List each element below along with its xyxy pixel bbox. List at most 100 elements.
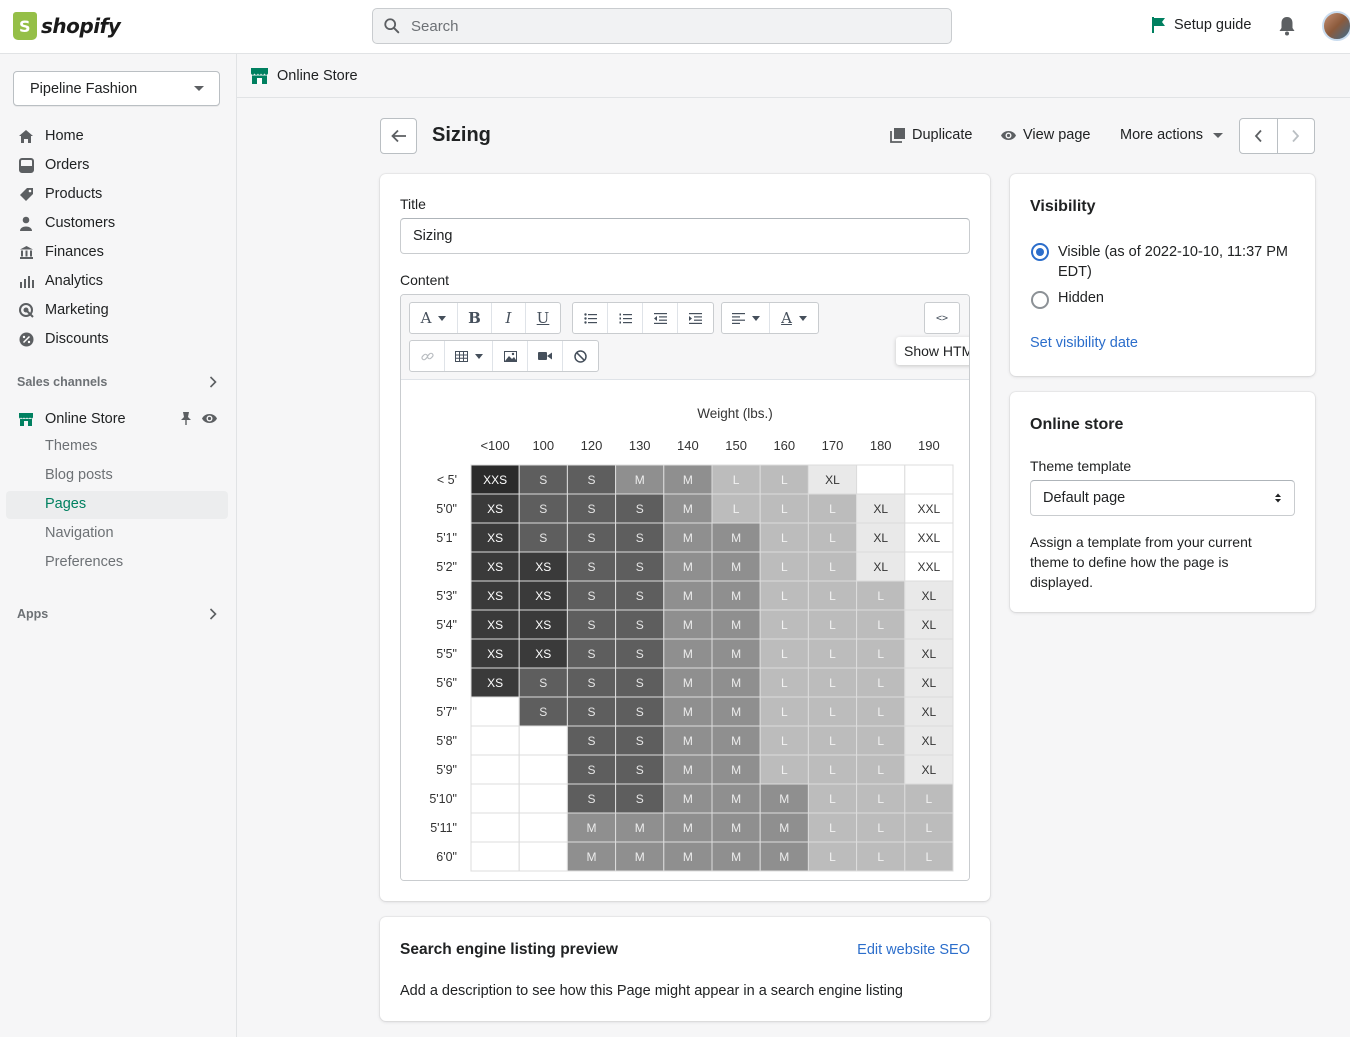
content-label: Content [400,272,450,288]
size-cell-label: M [683,734,693,748]
size-cell-label: XXS [483,473,507,487]
align-dropdown[interactable] [722,303,770,333]
outdent-button[interactable] [643,303,678,333]
size-cell-label: XS [535,647,551,661]
nav-marketing[interactable]: Marketing [17,298,109,322]
size-cell-label: M [731,850,741,864]
nav-discounts[interactable]: Discounts [17,327,109,351]
numbered-list-icon [619,313,632,323]
indent-button[interactable] [678,303,713,333]
size-cell-label: S [587,734,595,748]
size-cell-label: L [733,473,740,487]
view-page-label: View page [1023,127,1091,143]
font-style-dropdown[interactable]: A [410,303,458,333]
back-button[interactable] [380,118,417,154]
nav-products[interactable]: Products [17,182,102,206]
size-cell-label: XS [487,531,503,545]
html-toggle-group: <> [924,302,960,334]
search-placeholder: Search [411,17,459,35]
italic-button[interactable]: I [492,303,526,333]
insert-video-button[interactable] [528,341,563,371]
nav-home[interactable]: Home [17,124,84,148]
text-color-dropdown[interactable]: A [770,303,818,333]
size-cell-label: S [539,473,547,487]
bold-button[interactable]: B [458,303,492,333]
size-cell-label: M [683,821,693,835]
sub-nav-preferences[interactable]: Preferences [45,554,123,570]
image-icon [503,350,517,362]
next-button[interactable] [1278,119,1315,153]
row-header: 5'9" [436,763,457,777]
title-field[interactable]: Sizing [400,218,970,254]
numbered-list-button[interactable] [608,303,643,333]
clear-formatting-button[interactable] [563,341,598,371]
row-header: 5'10" [429,792,457,806]
store-selector[interactable]: Pipeline Fashion [13,71,220,106]
view-page-button[interactable]: View page [1000,127,1090,143]
breadcrumb-online-store[interactable]: Online Store [277,68,358,84]
size-cell-label: L [781,531,788,545]
apps-header[interactable]: Apps [17,607,217,621]
sales-channels-header[interactable]: Sales channels [17,375,217,389]
theme-template-select[interactable]: Default page [1030,480,1295,516]
show-html-button[interactable]: <> [925,303,959,333]
arrow-left-icon [390,129,406,143]
search-input[interactable]: Search [372,8,952,44]
setup-guide-button[interactable]: Setup guide [1151,16,1251,34]
sub-nav-themes[interactable]: Themes [45,438,97,454]
duplicate-button[interactable]: Duplicate [890,127,972,143]
search-icon [384,18,400,34]
eye-icon[interactable] [201,412,218,428]
size-cell-label: XL [873,502,888,516]
pin-icon[interactable] [180,411,192,429]
row-header: 5'1" [436,531,457,545]
insert-link-button[interactable] [410,341,445,371]
insert-group [409,340,599,372]
nav-customers[interactable]: Customers [17,211,115,235]
hidden-radio[interactable] [1031,291,1049,309]
sub-nav-navigation[interactable]: Navigation [45,525,114,541]
size-cell-label: S [636,705,644,719]
nav-analytics-label: Analytics [45,273,104,289]
visible-radio[interactable] [1031,243,1049,261]
size-cell-label: S [539,502,547,516]
size-cell-label: L [829,821,836,835]
bullet-list-button[interactable] [573,303,608,333]
clear-formatting-icon [574,349,587,363]
nav-orders[interactable]: Orders [17,153,89,177]
size-cell-label: L [781,473,788,487]
previous-button[interactable] [1240,119,1278,153]
nav-finances[interactable]: Finances [17,240,104,264]
size-cell-label: M [587,850,597,864]
underline-button[interactable]: U [526,303,560,333]
nav-analytics[interactable]: Analytics [17,269,103,293]
insert-table-dropdown[interactable] [445,341,493,371]
size-cell-label: S [636,647,644,661]
size-cell-label: L [781,560,788,574]
chart-title: Weight (lbs.) [697,406,773,421]
row-header: 6'0" [436,850,457,864]
sub-nav-blog-posts[interactable]: Blog posts [45,467,113,483]
insert-image-button[interactable] [493,341,528,371]
notifications-bell-icon[interactable] [1278,16,1296,39]
size-cell-label: XL [922,676,937,690]
size-cell-label: S [636,502,644,516]
size-cell-label: XS [535,589,551,603]
size-cell-label: XS [487,560,503,574]
size-cell-label: M [683,502,693,516]
sub-nav-pages[interactable]: Pages [45,496,86,512]
shopify-logo[interactable]: shopify [13,12,121,40]
size-cell-label: M [731,705,741,719]
more-actions-button[interactable]: More actions [1120,127,1224,143]
size-cell-label: XL [922,705,937,719]
size-cell [518,725,568,756]
size-cell [470,696,520,727]
size-cell-label: L [781,647,788,661]
size-cell-label: S [539,705,547,719]
size-cell-label: XS [487,618,503,632]
link-icon [420,352,434,360]
edit-seo-link[interactable]: Edit website SEO [857,942,970,958]
set-visibility-date-link[interactable]: Set visibility date [1030,335,1138,351]
setup-guide-label: Setup guide [1174,17,1252,33]
user-avatar[interactable] [1322,11,1350,41]
